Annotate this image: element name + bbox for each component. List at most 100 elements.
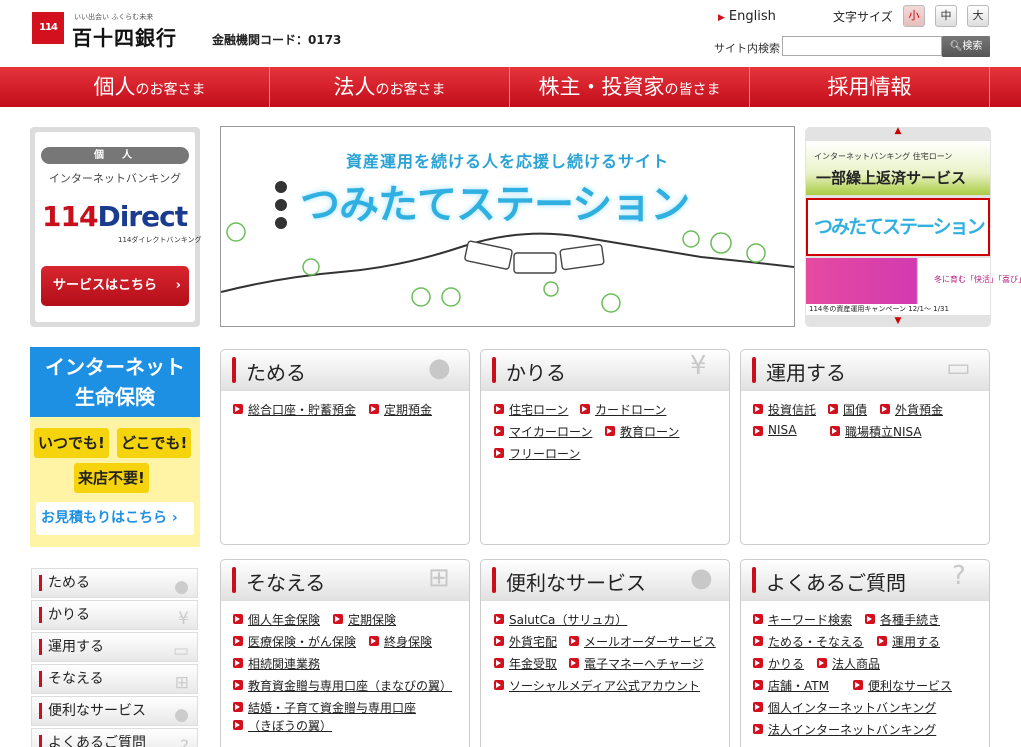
nav-corporate[interactable]: 法人のお客さま [270,67,510,107]
link[interactable]: 相続関連業務 [233,655,320,672]
chevron-right-icon: › [167,510,178,526]
link[interactable]: 外貨預金 [880,401,943,418]
logo-name[interactable]: 百十四銀行 [72,22,177,51]
link[interactable]: 教育ローン [605,423,679,440]
personal-pill: 個 人 [41,147,189,164]
link[interactable]: 法人商品 [817,655,880,672]
first-aid-icon: ⊞ [428,563,450,593]
chevron-right-icon: › [175,278,181,293]
link[interactable]: 総合口座・貯蓄預金 [233,401,356,418]
left-menu-benri[interactable]: 便利なサービス ● [31,696,198,726]
chevron-down-icon[interactable]: ▼ [805,316,991,326]
panel-marker [752,357,756,383]
search-icon: 🔍︎ [949,41,963,52]
logo-mark[interactable]: 114 [32,12,64,44]
link[interactable]: 法人インターネットバンキング [753,721,936,738]
left-menu-kariru[interactable]: かりる ¥ [31,600,198,630]
link[interactable]: NISA [753,423,797,437]
person-check-icon: ● [690,563,713,593]
link[interactable]: 定期保険 [333,611,396,628]
laptop-icon: ▭ [172,641,189,661]
link[interactable]: 国債 [828,401,867,418]
nav-recruit[interactable]: 採用情報 [750,67,990,107]
panel-marker [752,567,756,593]
chip-anytime: いつでも! [34,428,109,458]
laptop-icon: ▭ [946,353,971,383]
font-size-large-button[interactable]: 大 [967,5,989,27]
link[interactable]: 職場積立NISA [830,423,922,440]
link[interactable]: 終身保険 [369,633,432,650]
chip-anywhere: どこでも! [117,428,192,458]
panel-title[interactable]: よくあるご質問 [766,567,906,596]
panel-title[interactable]: 便利なサービス [506,567,646,596]
search-input[interactable] [782,36,942,56]
link[interactable]: 教育資金贈与専用口座（まなびの翼） [233,677,452,694]
triangle-right-icon: ▶ [718,13,725,23]
link[interactable]: マイカーローン [494,423,592,440]
link[interactable]: 外貨宅配 [494,633,557,650]
link[interactable]: ためる・そなえる [753,633,864,650]
english-link[interactable]: ▶ English [718,9,776,24]
question-icon: ? [179,737,189,747]
left-menu-sonaeru[interactable]: そなえる ⊞ [31,664,198,694]
link[interactable]: かりる [753,655,804,672]
panel-title[interactable]: 運用する [766,357,846,386]
panel-marker [232,357,236,383]
nav-personal[interactable]: 個人のお客さま [30,67,270,107]
link[interactable]: 住宅ローン [494,401,568,418]
first-aid-icon: ⊞ [174,673,189,693]
link[interactable]: 便利なサービス [853,677,952,694]
link[interactable]: ソーシャルメディア公式アカウント [494,677,700,694]
panel-marker [492,567,496,593]
link[interactable]: 店舗・ATM [753,677,829,694]
panel-title[interactable]: かりる [506,357,566,386]
link[interactable]: キーワード検索 [753,611,852,628]
font-size-medium-button[interactable]: 中 [935,5,957,27]
font-size-label: 文字サイズ [833,10,893,24]
search-button[interactable]: 🔍︎検索 [942,36,990,57]
link[interactable]: 投資信託 [753,401,816,418]
piggy-bank-icon: ● [174,577,189,597]
panel-marker [232,567,236,593]
link[interactable]: メールオーダーサービス [569,633,716,650]
banner-tagline: 資産運用を続ける人を応援し続けるサイト [345,152,669,171]
thumb-winter-campaign[interactable]: 冬に育む「快活」「喜び」「元気」 114冬の資産運用キャンペーン 12/1〜 1… [806,258,1021,315]
left-menu-unyou[interactable]: 運用する ▭ [31,632,198,662]
internet-banking-service-button[interactable]: サービスはこちら › [41,266,189,306]
link[interactable]: SalutCa（サリュカ） [494,611,627,628]
link[interactable]: 個人インターネットバンキング [753,699,936,716]
font-size-small-button[interactable]: 小 [903,5,925,27]
life-insurance-heading: インターネット 生命保険 [30,347,200,417]
link[interactable]: 各種手続き [865,611,940,628]
left-menu-tameru[interactable]: ためる ● [31,568,198,598]
link[interactable]: 医療保険・がん保険 [233,633,356,650]
yen-icon: ¥ [690,351,707,381]
institution-code: 金融機関コード：0173 [212,33,342,47]
chevron-up-icon[interactable]: ▲ [805,126,991,136]
panel-marker [492,357,496,383]
link[interactable]: 定期預金 [369,401,432,418]
link[interactable]: 運用する [877,633,940,650]
estimate-link[interactable]: お見積もりはこちら › [36,502,194,535]
link-continuation[interactable]: （きぼうの翼） [233,717,332,734]
thumb-prepayment[interactable]: インターネットバンキング 住宅ローン 一部繰上返済サービス [806,141,990,195]
search-label: サイト内検索 [714,42,780,55]
person-check-icon: ● [174,705,189,725]
link[interactable]: カードローン [580,401,666,418]
piggy-bank-icon: ● [428,353,451,383]
internet-banking-subtitle: インターネットバンキング [48,172,182,185]
thumb-tsumitate[interactable]: つみたてステーション [806,198,990,256]
panel-title[interactable]: そなえる [246,567,325,596]
nav-investors[interactable]: 株主・投資家の皆さま [510,67,750,107]
left-menu-faq[interactable]: よくあるご質問? [31,728,198,747]
link[interactable]: 結婚・子育て資金贈与専用口座 [233,699,416,716]
link[interactable]: 電子マネーへチャージ [569,655,704,672]
banner-title: つみたてステーション [300,182,690,228]
yen-icon: ¥ [178,609,189,629]
direct-logo-subtitle: 114ダイレクトバンキング [118,236,202,244]
link[interactable]: フリーローン [494,445,580,462]
link[interactable]: 個人年金保険 [233,611,320,628]
chip-no-visit: 来店不要! [74,463,149,493]
link[interactable]: 年金受取 [494,655,557,672]
panel-title[interactable]: ためる [246,357,306,386]
